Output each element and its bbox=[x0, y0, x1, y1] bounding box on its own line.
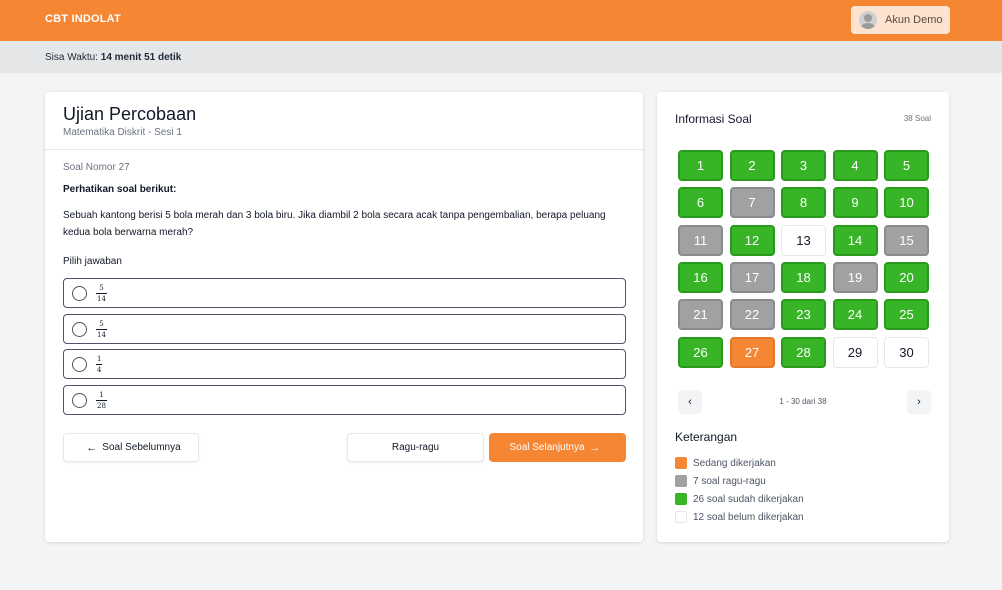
radio-button[interactable] bbox=[72, 286, 87, 301]
legend-item-current: Sedang dikerjakan bbox=[675, 454, 804, 472]
answer-option-3[interactable]: 1 4 bbox=[63, 349, 626, 379]
question-card: Ujian Percobaan Matematika Diskrit - Ses… bbox=[45, 92, 643, 542]
arrow-right-icon: → bbox=[589, 441, 601, 454]
user-avatar-icon bbox=[859, 11, 877, 29]
answer-option-4[interactable]: 1 28 bbox=[63, 385, 626, 415]
question-button-30[interactable]: 30 bbox=[884, 336, 929, 368]
numerator: 1 bbox=[99, 391, 104, 399]
timer-value: 14 menit 51 detik bbox=[100, 52, 182, 63]
legend: Sedang dikerjakan 7 soal ragu-ragu 26 so… bbox=[675, 454, 804, 526]
timer-label: Sisa Waktu: bbox=[45, 52, 98, 63]
account-label: Akun Demo bbox=[885, 14, 943, 26]
legend-title: Keterangan bbox=[675, 430, 738, 444]
question-button-24[interactable]: 24 bbox=[832, 299, 878, 331]
swatch-green bbox=[675, 493, 687, 505]
denominator: 28 bbox=[97, 402, 106, 410]
denominator: 14 bbox=[97, 331, 106, 339]
fraction: 5 14 bbox=[96, 320, 107, 339]
next-question-button[interactable]: Soal Selanjutnya → bbox=[489, 433, 626, 462]
fraction: 1 28 bbox=[96, 391, 107, 410]
remaining-time: Sisa Waktu: 14 menit 51 detik bbox=[45, 52, 181, 63]
question-intro: Perhatikan soal berikut: bbox=[63, 184, 177, 195]
question-button-8[interactable]: 8 bbox=[781, 187, 826, 219]
question-button-1[interactable]: 1 bbox=[678, 150, 723, 181]
legend-label: 12 soal belum dikerjakan bbox=[693, 511, 804, 523]
arrow-left-icon: ← bbox=[86, 441, 98, 454]
question-button-18[interactable]: 18 bbox=[781, 261, 826, 293]
question-button-4[interactable]: 4 bbox=[832, 150, 878, 181]
numerator: 5 bbox=[99, 320, 104, 328]
choose-answer-label: Pilih jawaban bbox=[63, 256, 122, 267]
radio-button[interactable] bbox=[72, 393, 87, 408]
legend-item-answered: 26 soal sudah dikerjakan bbox=[675, 490, 804, 508]
question-button-5[interactable]: 5 bbox=[884, 150, 929, 181]
doubt-button[interactable]: Ragu-ragu bbox=[347, 433, 484, 462]
question-button-13[interactable]: 13 bbox=[781, 224, 826, 256]
answer-option-1[interactable]: 5 14 bbox=[63, 278, 626, 308]
swatch-orange bbox=[675, 457, 687, 469]
exam-title: Ujian Percobaan bbox=[63, 104, 197, 124]
question-count: 38 Soal bbox=[903, 114, 931, 123]
header-divider bbox=[45, 149, 643, 150]
radio-button[interactable] bbox=[72, 357, 87, 372]
question-button-15[interactable]: 15 bbox=[884, 224, 929, 256]
question-button-12[interactable]: 12 bbox=[729, 224, 775, 256]
question-button-27[interactable]: 27 bbox=[729, 336, 775, 368]
denominator: 14 bbox=[97, 295, 106, 303]
swatch-white bbox=[675, 511, 687, 523]
legend-item-doubt: 7 soal ragu-ragu bbox=[675, 472, 804, 490]
answer-option-2[interactable]: 5 14 bbox=[63, 314, 626, 344]
fraction: 1 4 bbox=[96, 355, 103, 374]
timer-bar: Sisa Waktu: 14 menit 51 detik bbox=[0, 41, 1002, 73]
swatch-gray bbox=[675, 475, 687, 487]
question-button-3[interactable]: 3 bbox=[781, 150, 826, 181]
radio-button[interactable] bbox=[72, 322, 87, 337]
fraction: 5 14 bbox=[96, 284, 107, 303]
question-number: Soal Nomor 27 bbox=[63, 162, 130, 173]
question-button-9[interactable]: 9 bbox=[832, 187, 878, 219]
question-button-11[interactable]: 11 bbox=[678, 224, 723, 256]
question-button-7[interactable]: 7 bbox=[729, 187, 775, 219]
previous-label: Soal Sebelumnya bbox=[102, 442, 181, 453]
question-button-25[interactable]: 25 bbox=[884, 299, 929, 331]
question-button-20[interactable]: 20 bbox=[884, 261, 929, 293]
top-bar: CBT INDOLAT Akun Demo bbox=[0, 0, 1002, 41]
question-button-6[interactable]: 6 bbox=[678, 187, 723, 219]
pager-range: 1 - 30 dari 38 bbox=[779, 397, 827, 406]
legend-label: 7 soal ragu-ragu bbox=[693, 475, 766, 487]
exam-subtitle: Matematika Diskrit - Sesi 1 bbox=[63, 127, 182, 138]
question-text: Sebuah kantong berisi 5 bola merah dan 3… bbox=[63, 210, 606, 238]
account-button[interactable]: Akun Demo bbox=[851, 6, 950, 34]
question-button-2[interactable]: 2 bbox=[729, 150, 775, 181]
question-button-26[interactable]: 26 bbox=[678, 336, 723, 368]
previous-question-button[interactable]: ← Soal Sebelumnya bbox=[63, 433, 199, 462]
question-button-23[interactable]: 23 bbox=[781, 299, 826, 331]
grid-pager: ‹ 1 - 30 dari 38 › bbox=[675, 390, 931, 414]
question-button-21[interactable]: 21 bbox=[678, 299, 723, 331]
question-button-19[interactable]: 19 bbox=[832, 261, 878, 293]
question-button-28[interactable]: 28 bbox=[781, 336, 826, 368]
question-button-16[interactable]: 16 bbox=[678, 261, 723, 293]
legend-label: 26 soal sudah dikerjakan bbox=[693, 493, 804, 505]
question-button-17[interactable]: 17 bbox=[729, 261, 775, 293]
question-button-14[interactable]: 14 bbox=[832, 224, 878, 256]
brand-logo-text: CBT INDOLAT bbox=[45, 13, 121, 25]
info-title: Informasi Soal bbox=[675, 112, 752, 126]
question-info-card: Informasi Soal 38 Soal 1 2 3 4 5 6 7 8 9 10 11 12 13… bbox=[657, 92, 949, 542]
legend-item-unanswered: 12 soal belum dikerjakan bbox=[675, 508, 804, 526]
numerator: 1 bbox=[97, 355, 102, 363]
question-button-29[interactable]: 29 bbox=[832, 336, 878, 368]
question-button-10[interactable]: 10 bbox=[884, 187, 929, 219]
next-label: Soal Selanjutnya bbox=[509, 442, 585, 453]
question-button-22[interactable]: 22 bbox=[729, 299, 775, 331]
chevron-right-icon[interactable]: › bbox=[907, 390, 931, 414]
numerator: 5 bbox=[99, 284, 104, 292]
legend-label: Sedang dikerjakan bbox=[693, 457, 776, 469]
denominator: 4 bbox=[97, 366, 102, 374]
doubt-label: Ragu-ragu bbox=[391, 442, 440, 453]
